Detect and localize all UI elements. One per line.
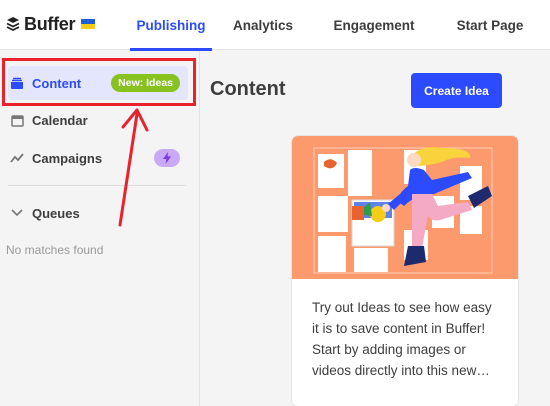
sidebar-item-campaigns[interactable]: Campaigns (8, 141, 188, 175)
calendar-icon (10, 113, 24, 127)
ideas-promo-card[interactable]: Try out Ideas to see how easy it is to s… (292, 136, 518, 406)
sidebar-item-label: Calendar (32, 112, 88, 128)
page-title: Content (210, 78, 286, 100)
ideas-card-description: Try out Ideas to see how easy it is to s… (312, 300, 492, 378)
top-nav: Buffer Publishing Analytics Engagement S… (0, 0, 550, 51)
sidebar-item-queues[interactable]: Queues (8, 196, 188, 230)
sidebar-item-calendar[interactable]: Calendar (8, 103, 188, 137)
ukraine-flag-icon (81, 19, 96, 29)
empty-queues-text: No matches found (6, 243, 104, 257)
sidebar-item-label: Queues (32, 205, 80, 221)
tab-start-page[interactable]: Start Page (448, 0, 532, 50)
tab-analytics[interactable]: Analytics (226, 0, 300, 50)
tab-engagement[interactable]: Engagement (328, 0, 420, 50)
ideas-illustration (292, 136, 518, 279)
buffer-logo[interactable]: Buffer (6, 12, 96, 36)
buffer-stack-icon (6, 16, 20, 32)
create-idea-button[interactable]: Create Idea (411, 73, 502, 108)
annotation-highlight-box (2, 58, 196, 106)
annotation-arrow-icon (118, 108, 149, 227)
sidebar-item-label: Campaigns (32, 150, 103, 166)
tab-publishing[interactable]: Publishing (130, 0, 212, 51)
trend-line-icon (10, 151, 24, 165)
chevron-down-icon (10, 206, 24, 220)
logo-text: Buffer (24, 13, 76, 34)
